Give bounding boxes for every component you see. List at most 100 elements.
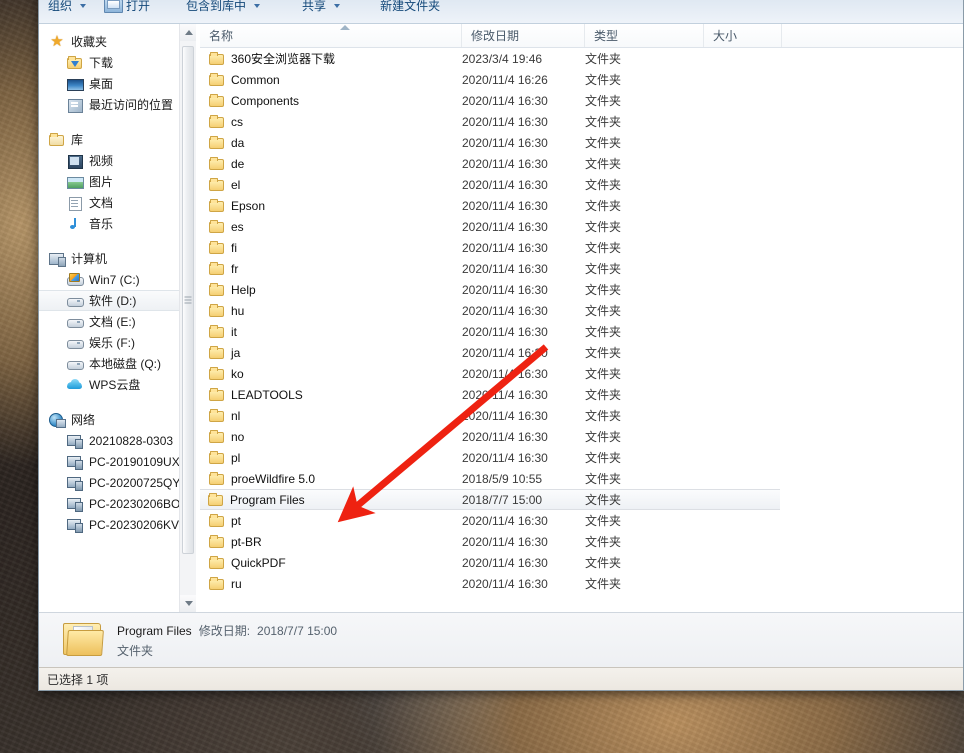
file-type-cell: 文件夹 [585, 535, 622, 549]
scroll-down-button[interactable] [180, 595, 196, 612]
table-row[interactable]: LEADTOOLS 2020/11/4 16:30 文件夹 [200, 384, 963, 405]
table-row[interactable]: Program Files 2018/7/7 15:00 文件夹 [200, 489, 780, 510]
open-button[interactable]: 打开 [95, 0, 159, 19]
table-row[interactable]: 360安全浏览器下载 2023/3/4 19:46 文件夹 [200, 48, 963, 69]
table-row[interactable]: no 2020/11/4 16:30 文件夹 [200, 426, 963, 447]
scroll-up-button[interactable] [180, 24, 196, 41]
sidebar-item-network-pc-4[interactable]: PC-20230206KVI [39, 514, 196, 535]
sidebar-item-documents[interactable]: 文档 [39, 192, 196, 213]
file-name-cell: no [200, 429, 462, 445]
file-name-cell: cs [200, 114, 462, 130]
table-row[interactable]: Help 2020/11/4 16:30 文件夹 [200, 279, 963, 300]
sidebar-item-drive-q[interactable]: 本地磁盘 (Q:) [39, 353, 196, 374]
table-row[interactable]: el 2020/11/4 16:30 文件夹 [200, 174, 963, 195]
sidebar-item-network-pc-0[interactable]: 20210828-0303 [39, 430, 196, 451]
table-row[interactable]: proeWildfire 5.0 2018/5/9 10:55 文件夹 [200, 468, 963, 489]
table-row[interactable]: es 2020/11/4 16:30 文件夹 [200, 216, 963, 237]
file-name-cell: Program Files [200, 492, 462, 508]
navigation-pane[interactable]: ★ 收藏夹 下载 桌面 最近访问的位置 库 视频 图片 文档 音乐 计算机 Wi… [39, 24, 196, 612]
sidebar-item-libraries[interactable]: 库 [39, 129, 196, 150]
explorer-window: 组织 打开 包含到库中 共享 新建文件夹 ★ 收藏夹 下载 桌面 最近访问的位置… [38, 0, 964, 691]
table-row[interactable]: da 2020/11/4 16:30 文件夹 [200, 132, 963, 153]
file-type-cell: 文件夹 [585, 577, 622, 591]
column-header-date-modified[interactable]: 修改日期 [462, 24, 585, 47]
sidebar-item-videos[interactable]: 视频 [39, 150, 196, 171]
sidebar-item-music[interactable]: 音乐 [39, 213, 196, 234]
sidebar-item-desktop[interactable]: 桌面 [39, 73, 196, 94]
table-row[interactable]: de 2020/11/4 16:30 文件夹 [200, 153, 963, 174]
sidebar-item-pictures[interactable]: 图片 [39, 171, 196, 192]
sidebar-item-label: 视频 [89, 154, 114, 168]
table-row[interactable]: Common 2020/11/4 16:26 文件夹 [200, 69, 963, 90]
folder-icon [209, 177, 225, 193]
share-button[interactable]: 共享 [293, 0, 349, 19]
organize-button[interactable]: 组织 [39, 0, 95, 19]
sidebar-item-network-pc-3[interactable]: PC-20230206BO [39, 493, 196, 514]
include-in-library-button[interactable]: 包含到库中 [177, 0, 269, 19]
sidebar-item-recent-places[interactable]: 最近访问的位置 [39, 94, 196, 115]
nav-group-network: 网络 20210828-0303 PC-20190109UX PC-202007… [39, 409, 196, 535]
table-row[interactable]: pt 2020/11/4 16:30 文件夹 [200, 510, 963, 531]
column-header-type[interactable]: 类型 [585, 24, 704, 47]
column-header-size[interactable]: 大小 [704, 24, 782, 47]
sidebar-item-label: PC-20230206BO [89, 496, 181, 511]
sidebar-item-network-pc-1[interactable]: PC-20190109UX [39, 451, 196, 472]
file-type-cell: 文件夹 [585, 304, 622, 318]
file-name-label: de [231, 156, 245, 171]
table-row[interactable]: Components 2020/11/4 16:30 文件夹 [200, 90, 963, 111]
file-name-cell: LEADTOOLS [200, 387, 462, 403]
folder-icon [209, 366, 225, 382]
sidebar-item-favorites[interactable]: ★ 收藏夹 [39, 31, 196, 52]
table-row[interactable]: ko 2020/11/4 16:30 文件夹 [200, 363, 963, 384]
table-row[interactable]: hu 2020/11/4 16:30 文件夹 [200, 300, 963, 321]
file-type-cell: 文件夹 [585, 178, 622, 192]
scrollbar-thumb[interactable] [182, 46, 194, 554]
file-name-label: fi [231, 240, 237, 255]
sidebar-item-drive-e[interactable]: 文档 (E:) [39, 311, 196, 332]
download-folder-icon [67, 55, 83, 71]
file-type-cell: 文件夹 [585, 94, 622, 108]
file-name-cell: pt-BR [200, 534, 462, 550]
table-row[interactable]: pt-BR 2020/11/4 16:30 文件夹 [200, 531, 963, 552]
file-name-cell: ja [200, 345, 462, 361]
folder-icon [208, 492, 224, 508]
folder-icon [209, 450, 225, 466]
sidebar-item-downloads[interactable]: 下载 [39, 52, 196, 73]
organize-label: 组织 [48, 0, 73, 13]
table-row[interactable]: ru 2020/11/4 16:30 文件夹 [200, 573, 963, 594]
sidebar-item-drive-c[interactable]: Win7 (C:) [39, 269, 196, 290]
sidebar-item-label: Win7 (C:) [89, 272, 140, 287]
file-name-cell: ru [200, 576, 462, 592]
table-row[interactable]: fi 2020/11/4 16:30 文件夹 [200, 237, 963, 258]
file-date-cell: 2020/11/4 16:30 [462, 177, 548, 192]
sidebar-item-network-pc-2[interactable]: PC-20200725QY [39, 472, 196, 493]
file-name-cell: fr [200, 261, 462, 277]
file-type-cell: 文件夹 [585, 367, 622, 381]
table-row[interactable]: ja 2020/11/4 16:30 文件夹 [200, 342, 963, 363]
column-headers: 名称 修改日期 类型 大小 [200, 24, 963, 48]
new-folder-button[interactable]: 新建文件夹 [371, 0, 449, 19]
table-row[interactable]: fr 2020/11/4 16:30 文件夹 [200, 258, 963, 279]
file-rows[interactable]: 360安全浏览器下载 2023/3/4 19:46 文件夹 Common 2020/11… [200, 48, 963, 612]
table-row[interactable]: nl 2020/11/4 16:30 文件夹 [200, 405, 963, 426]
table-row[interactable]: it 2020/11/4 16:30 文件夹 [200, 321, 963, 342]
sidebar-item-network[interactable]: 网络 [39, 409, 196, 430]
file-type-cell: 文件夹 [585, 556, 622, 570]
status-text: 已选择 1 项 [47, 672, 109, 687]
table-row[interactable]: QuickPDF 2020/11/4 16:30 文件夹 [200, 552, 963, 573]
sidebar-item-drive-f[interactable]: 娱乐 (F:) [39, 332, 196, 353]
sidebar-item-wps-cloud[interactable]: WPS云盘 [39, 374, 196, 395]
table-row[interactable]: Epson 2020/11/4 16:30 文件夹 [200, 195, 963, 216]
sidebar-item-drive-d[interactable]: 软件 (D:) [39, 290, 196, 311]
folder-icon [209, 429, 225, 445]
sidebar-item-computer[interactable]: 计算机 [39, 248, 196, 269]
column-header-name[interactable]: 名称 [200, 24, 462, 47]
command-bar: 组织 打开 包含到库中 共享 新建文件夹 [39, 0, 963, 24]
status-bar: 已选择 1 项 [39, 667, 963, 690]
table-row[interactable]: cs 2020/11/4 16:30 文件夹 [200, 111, 963, 132]
file-type-cell: 文件夹 [585, 283, 622, 297]
folder-icon [209, 72, 225, 88]
file-type-cell: 文件夹 [585, 472, 622, 486]
navigation-pane-scrollbar[interactable] [179, 24, 196, 612]
table-row[interactable]: pl 2020/11/4 16:30 文件夹 [200, 447, 963, 468]
